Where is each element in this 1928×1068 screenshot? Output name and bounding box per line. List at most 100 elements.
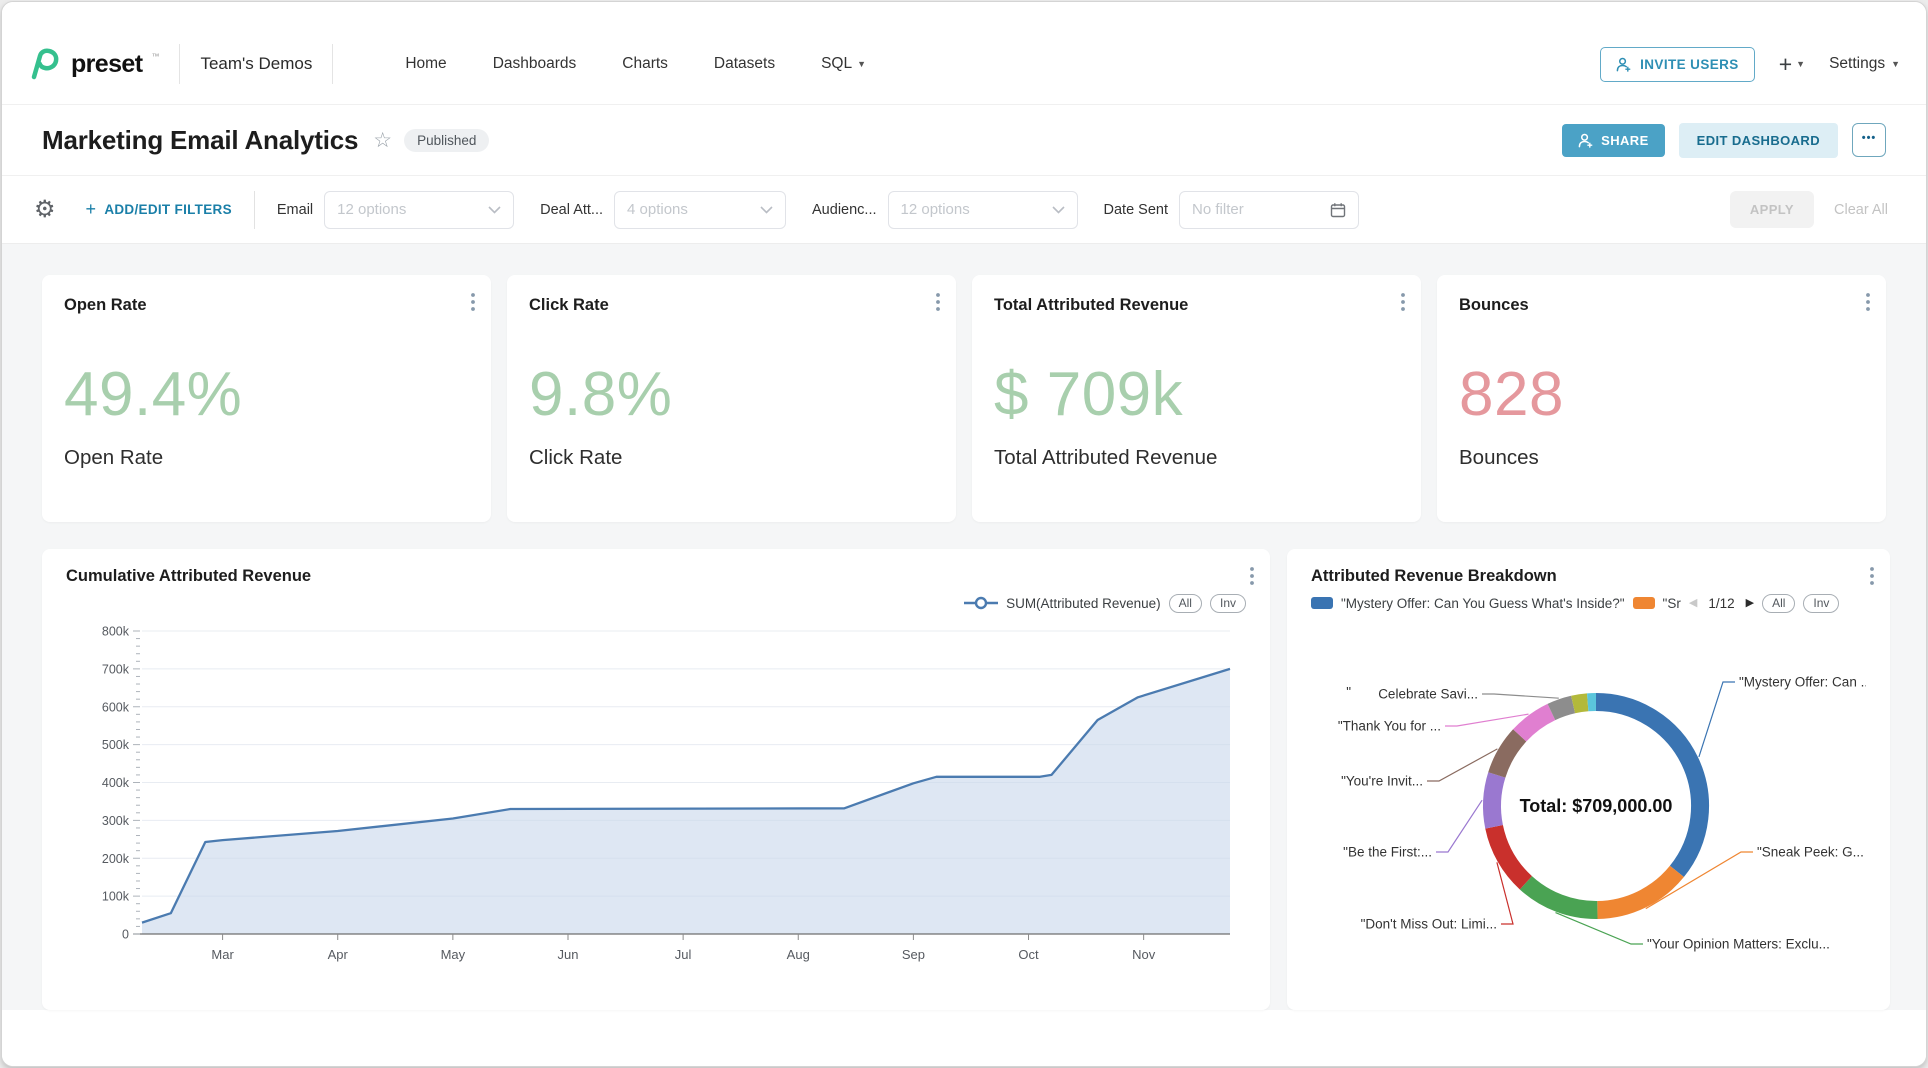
kebab-menu-icon[interactable] — [1870, 567, 1874, 585]
svg-text:May: May — [441, 947, 466, 962]
svg-text:Sep: Sep — [902, 947, 925, 962]
calendar-icon — [1330, 202, 1346, 218]
donut-slice[interactable] — [1492, 775, 1497, 827]
kebab-menu-icon[interactable] — [1866, 293, 1870, 311]
kpi-title: Total Attributed Revenue — [994, 296, 1399, 315]
clear-all-button[interactable]: Clear All — [1834, 202, 1888, 218]
donut-slice[interactable] — [1494, 827, 1526, 883]
nav-item-charts[interactable]: Charts — [622, 55, 668, 73]
add-edit-filters-button[interactable]: + ADD/EDIT FILTERS — [86, 199, 232, 220]
cumulative-revenue-area-chart[interactable]: 0100k200k300k400k500k600k700k800kMarAprM… — [66, 616, 1246, 991]
page-title: Marketing Email Analytics — [42, 125, 358, 156]
charts-row: Cumulative Attributed Revenue SUM(Attrib… — [42, 549, 1886, 1010]
legend-swatch-blue[interactable] — [1311, 597, 1333, 609]
kebab-menu-icon[interactable] — [1250, 567, 1254, 585]
legend-all-pill[interactable]: All — [1169, 594, 1202, 613]
donut-slice-label: "Thank You for ... — [1338, 719, 1441, 734]
apply-filters-button[interactable]: APPLY — [1730, 191, 1814, 228]
legend-prev-page-icon[interactable]: ◀ — [1689, 598, 1697, 609]
filter-date-sent-input[interactable]: No filter — [1179, 191, 1359, 229]
nav-item-dashboards[interactable]: Dashboards — [493, 55, 577, 73]
legend-all-pill[interactable]: All — [1762, 594, 1795, 613]
kpi-subtitle: Total Attributed Revenue — [994, 446, 1399, 470]
filter-email-label: Email — [277, 202, 313, 218]
cumulative-revenue-chart-card: Cumulative Attributed Revenue SUM(Attrib… — [42, 549, 1270, 1010]
donut-slice[interactable] — [1520, 712, 1552, 735]
donut-slice-label: "Don't Miss Out: Limi... — [1361, 917, 1497, 932]
svg-text:200k: 200k — [102, 852, 130, 866]
legend-item-label[interactable]: "Sr — [1663, 596, 1681, 611]
dashboard-header: Marketing Email Analytics ☆ Published SH… — [2, 105, 1926, 176]
published-badge[interactable]: Published — [404, 129, 489, 152]
kpi-value: 828 — [1459, 359, 1864, 430]
chart-title: Cumulative Attributed Revenue — [66, 567, 1246, 586]
chevron-down-icon — [1052, 206, 1065, 214]
kebab-menu-icon[interactable] — [1401, 293, 1405, 311]
settings-label: Settings — [1829, 55, 1885, 73]
new-item-button[interactable]: + ▼ — [1779, 53, 1805, 76]
invite-users-button[interactable]: INVITE USERS — [1600, 47, 1755, 82]
line-series-marker-icon[interactable] — [964, 596, 998, 610]
more-options-button[interactable]: ••• — [1852, 123, 1886, 157]
donut-slice[interactable] — [1497, 735, 1520, 775]
filter-bar: ⚙ + ADD/EDIT FILTERS Email 12 options De… — [2, 176, 1926, 244]
kpi-title: Click Rate — [529, 296, 934, 315]
settings-menu[interactable]: Settings ▼ — [1829, 55, 1900, 73]
nav-item-sql[interactable]: SQL ▼ — [821, 55, 866, 73]
nav-divider — [179, 44, 180, 84]
donut-slice-label: "You're Invit... — [1341, 774, 1423, 789]
favorite-star-icon[interactable]: ☆ — [373, 128, 392, 153]
dashboard-bottom-strip — [2, 1010, 1926, 1066]
svg-text:500k: 500k — [102, 738, 130, 752]
share-button[interactable]: SHARE — [1562, 124, 1665, 157]
filter-email-select[interactable]: 12 options — [324, 191, 514, 229]
chart-title: Attributed Revenue Breakdown — [1311, 567, 1866, 586]
donut-slice[interactable] — [1597, 871, 1677, 910]
kpi-subtitle: Click Rate — [529, 446, 934, 470]
kpi-card-click-rate: Click Rate 9.8% Click Rate — [507, 275, 956, 522]
legend-item-label[interactable]: "Mystery Offer: Can You Guess What's Ins… — [1341, 596, 1625, 611]
filter-audience-value: 12 options — [901, 201, 970, 218]
svg-text:100k: 100k — [102, 890, 130, 904]
preset-logo[interactable]: preset™ — [28, 47, 159, 81]
kpi-value: 9.8% — [529, 359, 934, 430]
legend-inv-pill[interactable]: Inv — [1803, 594, 1839, 613]
kebab-menu-icon[interactable] — [471, 293, 475, 311]
svg-text:Oct: Oct — [1018, 947, 1039, 962]
revenue-breakdown-chart-card: Attributed Revenue Breakdown "Mystery Of… — [1287, 549, 1890, 1010]
person-plus-icon — [1578, 133, 1593, 148]
nav-item-datasets[interactable]: Datasets — [714, 55, 775, 73]
donut-slice-label: Celebrate Savi... — [1378, 687, 1478, 702]
legend-inv-pill[interactable]: Inv — [1210, 594, 1246, 613]
filter-divider — [254, 191, 255, 229]
nav-links: Home Dashboards Charts Datasets SQL ▼ — [405, 55, 866, 73]
donut-slice[interactable] — [1596, 702, 1700, 871]
chevron-down-icon — [488, 206, 501, 214]
workspace-name[interactable]: Team's Demos — [200, 54, 312, 74]
line-series-label[interactable]: SUM(Attributed Revenue) — [1006, 596, 1161, 611]
dashboard-content: Open Rate 49.4% Open Rate Click Rate 9.8… — [2, 244, 1926, 1066]
donut-slice[interactable] — [1551, 705, 1573, 713]
add-edit-filters-label: ADD/EDIT FILTERS — [104, 202, 232, 217]
app-window: preset™ Team's Demos Home Dashboards Cha… — [1, 1, 1927, 1067]
gear-icon[interactable]: ⚙ — [34, 198, 56, 222]
donut-slice[interactable] — [1526, 883, 1598, 910]
svg-text:400k: 400k — [102, 776, 130, 790]
legend-next-page-icon[interactable]: ▶ — [1746, 598, 1754, 609]
revenue-breakdown-donut-chart[interactable]: "Mystery Offer: Can ..."Sneak Peek: G...… — [1311, 616, 1866, 990]
preset-logo-icon — [28, 47, 62, 81]
svg-text:Nov: Nov — [1132, 947, 1156, 962]
svg-text:700k: 700k — [102, 662, 130, 676]
filter-deal-select[interactable]: 4 options — [614, 191, 786, 229]
donut-slice[interactable] — [1573, 702, 1588, 704]
filter-audience-select[interactable]: 12 options — [888, 191, 1078, 229]
nav-item-home[interactable]: Home — [405, 55, 446, 73]
edit-dashboard-button[interactable]: EDIT DASHBOARD — [1679, 123, 1838, 158]
legend-swatch-orange[interactable] — [1633, 597, 1655, 609]
svg-text:Apr: Apr — [328, 947, 349, 962]
svg-text:Mar: Mar — [211, 947, 234, 962]
nav-divider-2 — [332, 44, 333, 84]
top-navbar: preset™ Team's Demos Home Dashboards Cha… — [2, 2, 1926, 105]
kebab-menu-icon[interactable] — [936, 293, 940, 311]
donut-slice-label: " — [1346, 685, 1351, 700]
